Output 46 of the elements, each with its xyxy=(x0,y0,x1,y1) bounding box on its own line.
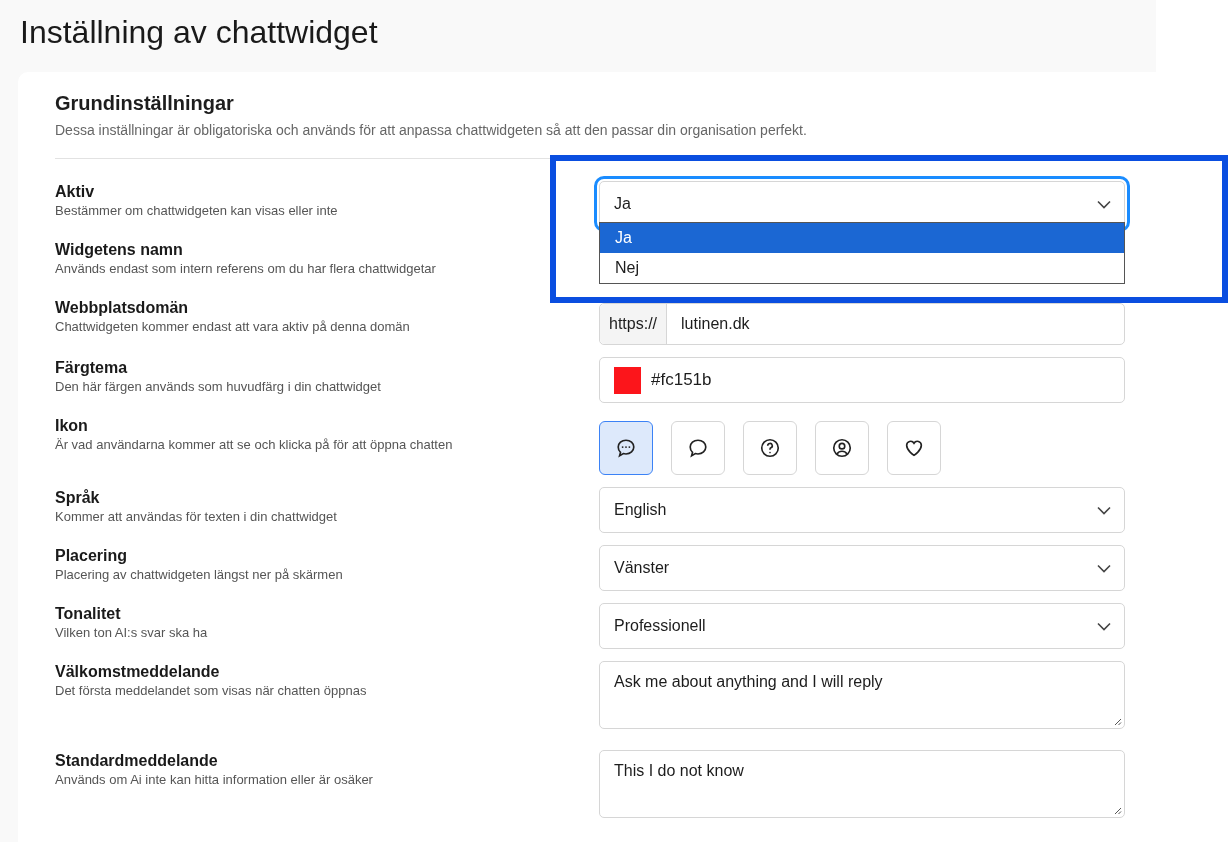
dropdown-option[interactable]: Nej xyxy=(600,253,1124,283)
field-hint: Bestämmer om chattwidgeten kan visas eller inte xyxy=(55,203,339,218)
field-label: Ikon xyxy=(55,417,89,435)
field-hint: Används om Ai inte kan hitta information eller är osäker xyxy=(55,772,374,787)
field-label: Placering xyxy=(55,547,129,565)
chevron-down-icon xyxy=(1097,563,1111,573)
page-title: Inställning av chattwidget xyxy=(20,14,379,52)
field-hint: Chattwidgeten kommer endast att vara aktiv på denna domän xyxy=(55,319,411,334)
chat-bubble-icon xyxy=(687,437,709,459)
user-circle-icon xyxy=(831,437,853,459)
select-field[interactable]: English xyxy=(599,487,1125,533)
section-title: Grundinställningar xyxy=(55,92,235,115)
color-swatch[interactable] xyxy=(614,366,641,394)
chevron-down-icon xyxy=(1097,621,1111,631)
field-label: Färgtema xyxy=(55,359,129,377)
field-label: Språk xyxy=(55,489,101,507)
section-description: Dessa inställningar är obligatoriska och används för att anpassa chattwidgeten så att den passar din organisation perfekt. xyxy=(55,122,808,138)
resize-grip-icon xyxy=(1114,718,1122,726)
text-area[interactable]: Ask me about anything and I will reply xyxy=(599,661,1125,729)
field-hint: Den här färgen används som huvudfärg i din chattwidget xyxy=(55,379,382,394)
field-hint: Kommer att användas för texten i din chattwidget xyxy=(55,509,338,524)
question-circle-icon xyxy=(759,437,781,459)
select-field[interactable]: Professionell xyxy=(599,603,1125,649)
field-label: Webbplatsdomän xyxy=(55,299,190,317)
icon-option-button[interactable] xyxy=(599,421,653,475)
field-label: Tonalitet xyxy=(55,605,122,623)
field-hint: Vilken ton AI:s svar ska ha xyxy=(55,625,209,640)
field-label: Standardmeddelande xyxy=(55,752,219,770)
chevron-down-icon xyxy=(1097,199,1111,209)
field-hint: Används endast som intern referens om du har flera chattwidgetar xyxy=(55,261,437,276)
field-hint: Det första meddelandet som visas när chatten öppnas xyxy=(55,683,368,698)
color-field[interactable]: #fc151b xyxy=(599,357,1125,403)
heart-icon xyxy=(903,437,925,459)
field-hint: Placering av chattwidgeten längst ner på skärmen xyxy=(55,567,344,582)
field-label: Widgetens namn xyxy=(55,241,184,259)
field-label: Aktiv xyxy=(55,183,96,201)
chevron-down-icon xyxy=(1097,505,1111,515)
resize-grip-icon xyxy=(1114,807,1122,815)
select-field[interactable]: Vänster xyxy=(599,545,1125,591)
chat-dots-icon xyxy=(615,437,637,459)
field-label: Välkomstmeddelande xyxy=(55,663,221,681)
url-prefix: https:// xyxy=(600,304,668,344)
field-hint: Är vad användarna kommer att se och klicka på för att öppna chatten xyxy=(55,437,454,452)
dropdown-option[interactable]: Ja xyxy=(600,223,1124,253)
text-area[interactable]: This I do not know xyxy=(599,750,1125,818)
input-field[interactable]: https:// lutinen.dk xyxy=(599,303,1125,345)
